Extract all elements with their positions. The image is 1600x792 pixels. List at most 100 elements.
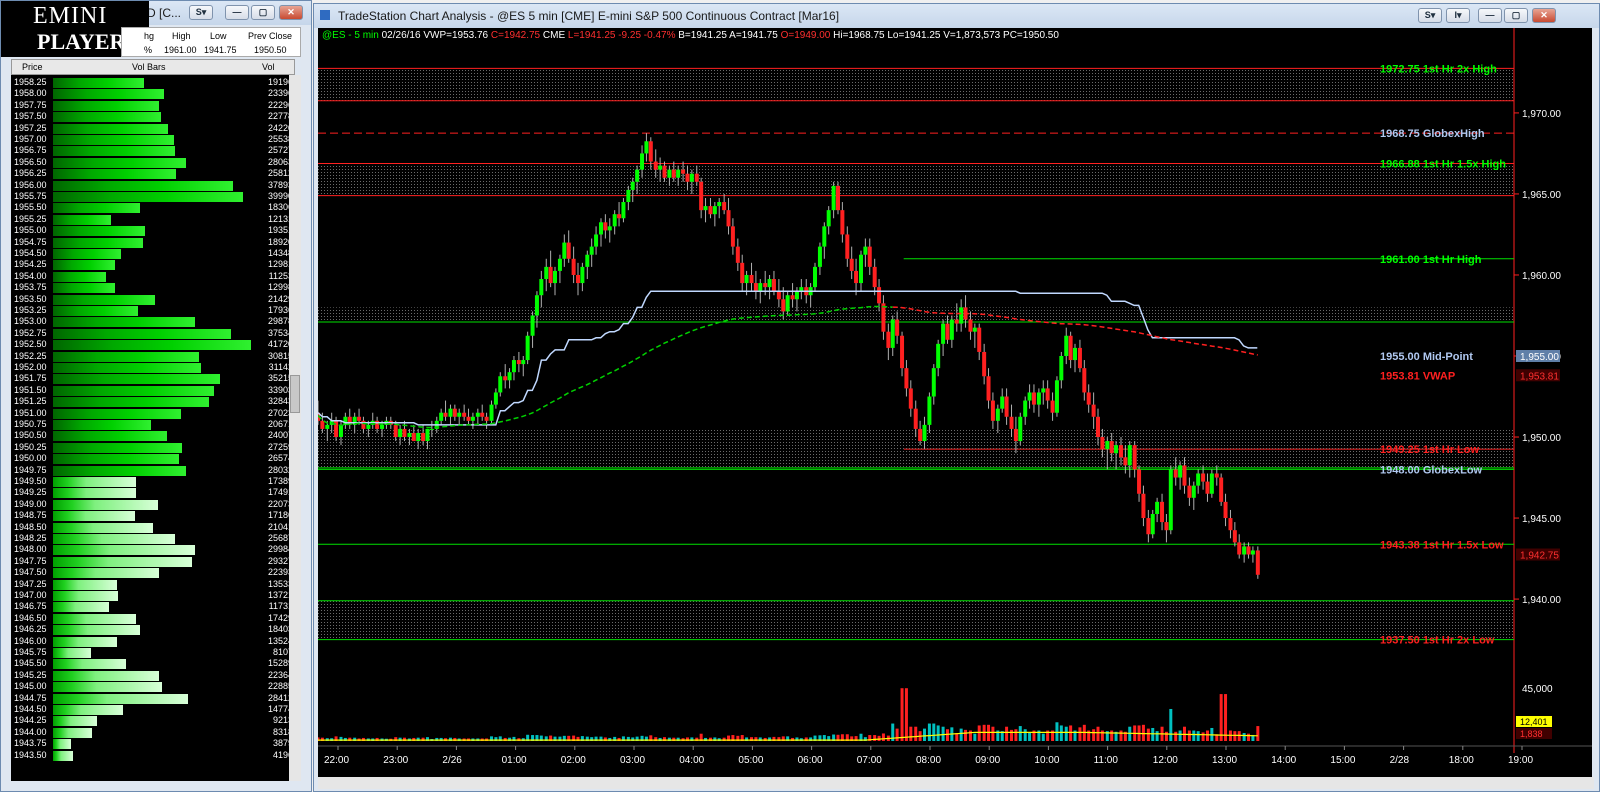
row-price: 1952.00 (14, 362, 47, 372)
table-row[interactable]: 1955.75 39990 (11, 191, 295, 202)
table-row[interactable]: 1957.75 22296 (11, 100, 295, 111)
table-row[interactable]: 1953.50 21429 (11, 294, 295, 305)
chart-area[interactable]: 1,970.00 1,965.00 1,960.00 1,955.00 1,950.00… (316, 28, 1592, 778)
vol-bar (53, 226, 145, 237)
x-tick-label: 14:00 (1271, 755, 1296, 766)
row-volume: 22296 (267, 99, 293, 110)
maximize-icon[interactable]: ▢ (1504, 8, 1528, 23)
table-row[interactable]: 1951.75 35215 (11, 373, 295, 385)
table-row[interactable]: 1947.00 13721 (11, 590, 295, 601)
table-row[interactable]: 1944.75 28412 (11, 693, 295, 704)
table-row[interactable]: 1951.25 32843 (11, 396, 295, 408)
table-row[interactable]: 1951.50 33903 (11, 385, 295, 396)
table-row[interactable]: 1949.50 17389 (11, 476, 295, 487)
table-row[interactable]: 1953.75 12998 (11, 282, 295, 294)
table-row[interactable]: 1956.00 37893 (11, 180, 295, 191)
table-row[interactable]: 1954.25 12981 (11, 259, 295, 271)
volume-table-scrollbar[interactable] (289, 75, 301, 781)
vol-bar (53, 169, 176, 180)
row-volume: 28412 (267, 692, 293, 703)
table-row[interactable]: 1949.25 17491 (11, 487, 295, 499)
table-row[interactable]: 1952.50 41720 (11, 339, 295, 351)
table-row[interactable]: 1954.50 14348 (11, 248, 295, 259)
table-row[interactable]: 1955.00 19351 (11, 225, 295, 237)
candle-down (977, 327, 982, 352)
close-icon[interactable]: ✕ (279, 5, 303, 20)
column-header-vol[interactable]: Vol (262, 62, 275, 72)
table-row[interactable]: 1957.25 24220 (11, 123, 295, 134)
table-row[interactable]: 1943.50 4196 (11, 750, 295, 761)
table-row[interactable]: 1958.00 23396 (11, 88, 295, 100)
table-row[interactable]: 1957.50 22778 (11, 111, 295, 123)
symbol-link-button[interactable]: S▾ (1418, 8, 1442, 23)
price-chart[interactable]: 1,970.00 1,965.00 1,960.00 1,955.00 1,950.00… (316, 28, 1592, 778)
table-row[interactable]: 1957.00 25538 (11, 134, 295, 145)
volume-bar (1233, 731, 1237, 741)
table-row[interactable]: 1956.25 25812 (11, 168, 295, 180)
table-row[interactable]: 1944.50 14774 (11, 704, 295, 715)
table-row[interactable]: 1946.00 13524 (11, 636, 295, 647)
table-row[interactable]: 1945.25 22364 (11, 670, 295, 681)
candle-down (566, 242, 571, 259)
table-row[interactable]: 1952.25 30815 (11, 351, 295, 362)
table-row[interactable]: 1955.25 12131 (11, 214, 295, 225)
symbol-menu-button[interactable]: S▾ (189, 5, 213, 20)
column-header-price[interactable]: Price (22, 62, 43, 72)
table-row[interactable]: 1948.00 29984 (11, 544, 295, 556)
row-volume: 28032 (267, 464, 293, 475)
table-row[interactable]: 1944.00 8318 (11, 727, 295, 738)
table-row[interactable]: 1949.00 22073 (11, 499, 295, 510)
scrollbar-thumb[interactable] (290, 375, 300, 413)
table-row[interactable]: 1952.75 37534 (11, 328, 295, 339)
maximize-icon[interactable]: ▢ (251, 5, 275, 20)
table-row[interactable]: 1948.25 25687 (11, 533, 295, 544)
vol-bar (53, 465, 186, 476)
table-row[interactable]: 1954.75 18920 (11, 237, 295, 248)
table-row[interactable]: 1945.00 22885 (11, 681, 295, 693)
candle-up (407, 432, 412, 438)
vol-bar (53, 89, 164, 100)
info-item: L=1941.25 (565, 30, 616, 41)
table-row[interactable]: 1946.25 18403 (11, 624, 295, 636)
candle-up (1209, 473, 1214, 494)
table-row[interactable]: 1949.75 28032 (11, 465, 295, 476)
minimize-icon[interactable]: — (225, 5, 249, 20)
table-row[interactable]: 1956.50 28063 (11, 157, 295, 168)
row-volume: 25812 (267, 168, 293, 179)
table-row[interactable]: 1948.50 21041 (11, 522, 295, 533)
column-header-vol-bars[interactable]: Vol Bars (132, 62, 166, 72)
table-row[interactable]: 1950.75 20671 (11, 419, 295, 430)
row-price: 1948.00 (14, 544, 47, 555)
table-row[interactable]: 1950.25 27259 (11, 442, 295, 453)
info-menu-button[interactable]: I▾ (1446, 8, 1470, 23)
table-row[interactable]: 1958.25 19196 (11, 77, 295, 88)
close-icon[interactable]: ✕ (1532, 8, 1556, 23)
table-row[interactable]: 1953.00 29878 (11, 316, 295, 328)
info-item: B=1941.25 (675, 30, 727, 41)
table-row[interactable]: 1946.50 17429 (11, 613, 295, 624)
table-row[interactable]: 1952.00 31142 (11, 362, 295, 373)
candle-up (448, 408, 453, 417)
chart-window-titlebar[interactable]: TradeStation Chart Analysis - @ES 5 min … (314, 4, 1599, 28)
table-row[interactable]: 1951.00 27023 (11, 408, 295, 419)
table-row[interactable]: 1943.75 3879 (11, 738, 295, 750)
candle-up (644, 141, 649, 154)
candle-up (1059, 356, 1064, 381)
table-row[interactable]: 1947.25 13533 (11, 579, 295, 590)
table-row[interactable]: 1953.25 17936 (11, 305, 295, 316)
table-row[interactable]: 1948.75 17186 (11, 510, 295, 522)
minimize-icon[interactable]: — (1478, 8, 1502, 23)
table-row[interactable]: 1950.50 24007 (11, 430, 295, 442)
candle-down (484, 416, 489, 421)
table-row[interactable]: 1955.50 18306 (11, 202, 295, 214)
table-row[interactable]: 1954.00 11253 (11, 271, 295, 282)
table-row[interactable]: 1956.75 25727 (11, 145, 295, 157)
table-row[interactable]: 1945.75 8107 (11, 647, 295, 658)
table-row[interactable]: 1944.25 9213 (11, 715, 295, 727)
table-row[interactable]: 1947.75 29327 (11, 556, 295, 567)
table-row[interactable]: 1947.50 22393 (11, 567, 295, 579)
chart-horizontal-scrollbar[interactable] (318, 777, 1594, 789)
table-row[interactable]: 1945.50 15289 (11, 658, 295, 670)
table-row[interactable]: 1950.00 26574 (11, 453, 295, 465)
table-row[interactable]: 1946.75 11731 (11, 601, 295, 613)
